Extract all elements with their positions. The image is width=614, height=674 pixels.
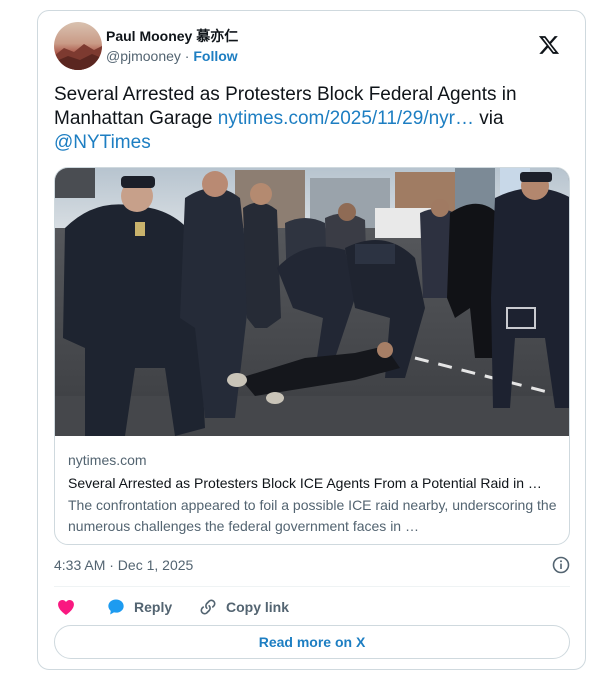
copy-link-label: Copy link xyxy=(226,599,290,615)
link-card-domain: nytimes.com xyxy=(68,452,147,468)
tweet-text: Several Arrested as Protesters Block Fed… xyxy=(54,83,569,155)
link-icon xyxy=(198,597,218,617)
reply-button[interactable]: Reply xyxy=(106,595,172,619)
tweet-url-link[interactable]: nytimes.com/2025/11/29/nyr… xyxy=(218,108,474,129)
author-handle[interactable]: @pjmooney xyxy=(106,48,181,64)
divider xyxy=(54,586,570,587)
like-button[interactable] xyxy=(56,595,84,619)
read-more-button[interactable]: Read more on X xyxy=(54,625,570,659)
speech-bubble-icon xyxy=(106,597,126,617)
link-card-description: The confrontation appeared to foil a pos… xyxy=(68,497,557,534)
mention-link[interactable]: @NYTimes xyxy=(54,132,151,153)
tweet-embed-card: Paul Mooney 慕亦仁 @pjmooney · Follow Sever… xyxy=(37,10,586,670)
copy-link-button[interactable]: Copy link xyxy=(198,595,289,619)
link-preview-card[interactable]: nytimes.com Several Arrested as Proteste… xyxy=(54,167,570,545)
link-card-title[interactable]: Several Arrested as Protesters Block ICE… xyxy=(68,473,558,493)
timestamp-row: 4:33 AM · Dec 1, 2025 xyxy=(54,554,570,576)
x-logo-icon[interactable] xyxy=(538,34,560,56)
tweet-via-text: via xyxy=(474,108,504,129)
avatar[interactable] xyxy=(54,22,102,70)
heart-icon xyxy=(56,597,76,617)
timestamp-link[interactable]: 4:33 AM · Dec 1, 2025 xyxy=(54,557,193,573)
handle-separator: · xyxy=(180,48,194,64)
author-handle-line: @pjmooney · Follow xyxy=(106,48,238,64)
action-bar: Reply Copy link xyxy=(54,595,570,619)
reply-label: Reply xyxy=(134,599,173,615)
author-name[interactable]: Paul Mooney 慕亦仁 xyxy=(106,26,238,46)
link-card-meta: nytimes.com Several Arrested as Proteste… xyxy=(68,450,558,537)
info-icon[interactable] xyxy=(552,556,570,574)
article-photo[interactable] xyxy=(55,168,570,436)
tweet-header: Paul Mooney 慕亦仁 @pjmooney · Follow xyxy=(54,22,574,74)
follow-button[interactable]: Follow xyxy=(193,48,237,64)
